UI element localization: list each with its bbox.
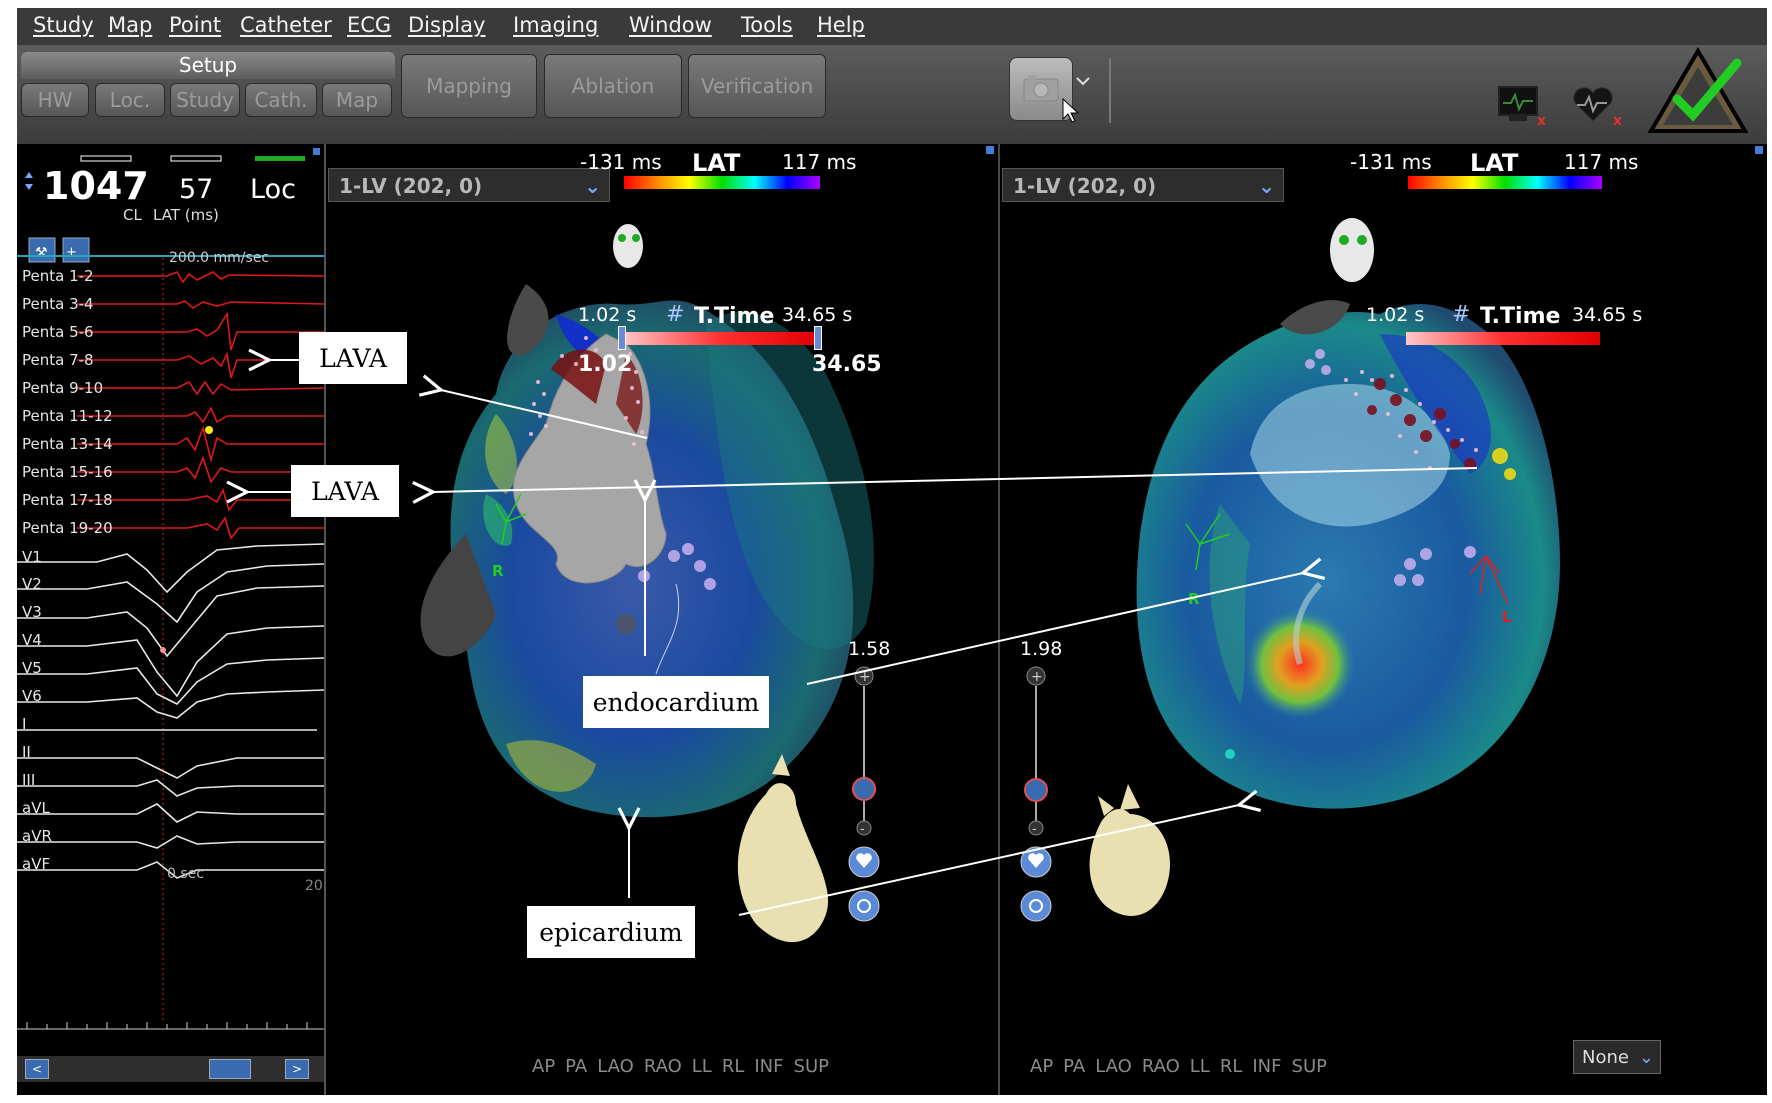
- annotation-epicardium: epicardium: [527, 906, 695, 958]
- annotation-lava-1: LAVA: [299, 332, 407, 384]
- annotation-lava-2: LAVA: [291, 465, 399, 517]
- annotation-arrows: [226, 348, 1478, 916]
- carto-app-window: Study Map Point Catheter ECG Display Ima…: [17, 8, 1767, 1095]
- annotation-endocardium: endocardium: [583, 676, 769, 728]
